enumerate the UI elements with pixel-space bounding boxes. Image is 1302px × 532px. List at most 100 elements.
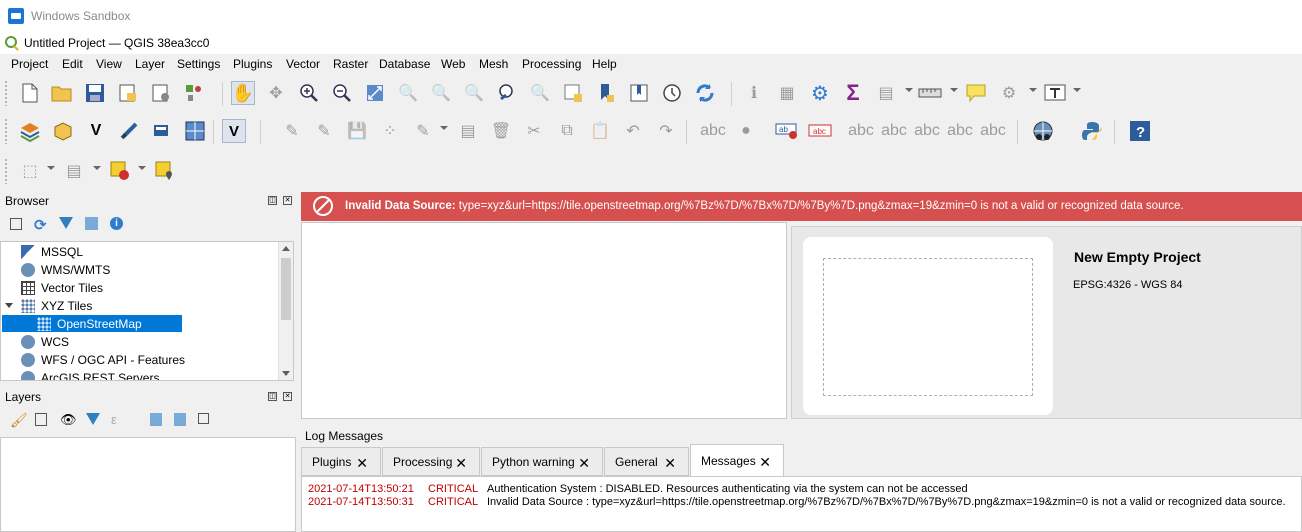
close-panel-icon[interactable]: ✕ <box>283 392 292 401</box>
zoom-full-icon[interactable] <box>363 81 387 105</box>
menu-layer[interactable]: Layer <box>135 57 165 71</box>
scroll-down-icon[interactable] <box>282 371 290 376</box>
select-features-icon[interactable]: ⬚ <box>18 159 42 183</box>
tab-general[interactable]: General ✕ <box>604 447 689 476</box>
list-item[interactable]: WMS/WMTS <box>21 261 110 278</box>
menu-plugins[interactable]: Plugins <box>233 57 272 71</box>
text-annotation-icon[interactable] <box>1043 81 1067 105</box>
add-feature-icon[interactable]: ⁘ <box>378 119 402 143</box>
layer-diagram-icon[interactable]: ● <box>734 119 758 143</box>
list-item[interactable]: WCS <box>21 333 69 350</box>
temporal-controller-icon[interactable] <box>660 81 684 105</box>
pan-map-icon[interactable]: ✋ <box>231 81 255 105</box>
python-console-icon[interactable] <box>1080 119 1104 143</box>
tab-processing[interactable]: Processing ✕ <box>382 447 480 476</box>
close-icon[interactable]: ✕ <box>664 455 676 472</box>
zoom-out-icon[interactable] <box>330 81 354 105</box>
label-toolbar-icon[interactable]: abc <box>700 119 726 143</box>
zoom-next-icon[interactable]: 🔍 <box>528 81 552 105</box>
close-panel-icon[interactable]: ✕ <box>283 196 292 205</box>
collapse-all-icon[interactable] <box>174 413 186 426</box>
scroll-thumb[interactable] <box>281 258 291 320</box>
menu-vector[interactable]: Vector <box>286 57 320 71</box>
show-unplaced-labels-icon[interactable]: abc <box>808 119 832 143</box>
close-icon[interactable]: ✕ <box>356 455 368 472</box>
new-temporary-layer-icon[interactable] <box>183 119 207 143</box>
deselect-features-icon[interactable] <box>108 159 132 183</box>
statistics-icon[interactable]: Σ <box>841 80 865 105</box>
close-icon[interactable]: ✕ <box>759 454 771 471</box>
add-group-icon[interactable] <box>35 413 47 426</box>
collapse-all-icon[interactable] <box>85 217 98 230</box>
menu-raster[interactable]: Raster <box>333 57 368 71</box>
refresh-icon[interactable]: ⟳ <box>34 216 47 234</box>
close-icon[interactable]: ✕ <box>455 455 467 472</box>
float-panel-icon[interactable]: ◫ <box>268 196 277 205</box>
list-item[interactable]: MSSQL <box>21 243 83 260</box>
chevron-down-icon[interactable] <box>5 303 13 308</box>
menu-settings[interactable]: Settings <box>177 57 220 71</box>
current-edits-icon[interactable]: ✎ <box>312 119 336 143</box>
refresh-icon[interactable] <box>693 81 717 105</box>
menu-project[interactable]: Project <box>11 57 48 71</box>
new-empty-project-title[interactable]: New Empty Project <box>1074 249 1201 265</box>
menu-view[interactable]: View <box>96 57 122 71</box>
toolbar-handle[interactable] <box>4 158 8 184</box>
menu-processing[interactable]: Processing <box>522 57 581 71</box>
vertex-tool-icon[interactable]: ✎ <box>411 119 435 143</box>
toolbar-handle[interactable] <box>4 118 8 144</box>
select-by-location-icon[interactable] <box>153 159 177 183</box>
filter-icon[interactable] <box>59 217 73 229</box>
select-by-value-icon[interactable]: ▤ <box>62 159 86 183</box>
list-item[interactable]: XYZ Tiles <box>5 297 92 314</box>
menu-database[interactable]: Database <box>379 57 430 71</box>
close-icon[interactable]: ✕ <box>578 455 590 472</box>
identify-features-icon[interactable]: ℹ <box>742 81 766 105</box>
list-item[interactable]: WFS / OGC API - Features <box>21 351 185 368</box>
undo-icon[interactable]: ↶ <box>621 119 645 143</box>
style-manager-icon[interactable] <box>182 81 206 105</box>
filter-expression-icon[interactable]: ε <box>111 412 117 427</box>
rotate-label-icon[interactable]: abc <box>947 119 973 143</box>
data-source-manager-icon[interactable] <box>18 119 42 143</box>
zoom-last-icon[interactable] <box>495 81 519 105</box>
filter-icon[interactable] <box>86 413 100 425</box>
copy-features-icon[interactable]: ⧉ <box>555 119 579 143</box>
menu-edit[interactable]: Edit <box>62 57 83 71</box>
save-edits-icon[interactable]: 💾 <box>345 119 369 143</box>
print-layout-icon[interactable] <box>116 81 140 105</box>
menu-mesh[interactable]: Mesh <box>479 57 508 71</box>
change-label-icon[interactable]: abc <box>980 119 1006 143</box>
layout-manager-icon[interactable] <box>149 81 173 105</box>
style-icon[interactable]: 🖌 <box>10 412 28 429</box>
select-by-location-icon[interactable]: ⚙ <box>997 81 1021 105</box>
redo-icon[interactable]: ↷ <box>654 119 678 143</box>
open-project-icon[interactable] <box>50 81 74 105</box>
add-selected-layers-icon[interactable] <box>10 218 22 230</box>
info-icon[interactable]: i <box>110 217 123 230</box>
new-project-icon[interactable] <box>18 81 42 105</box>
tab-plugins[interactable]: Plugins ✕ <box>301 447 381 476</box>
toggle-editing-icon[interactable]: ✎ <box>280 119 304 143</box>
browser-scrollbar[interactable] <box>278 242 293 380</box>
list-item[interactable]: Vector Tiles <box>21 279 103 296</box>
zoom-native-icon[interactable]: 🔍 <box>462 81 486 105</box>
cut-features-icon[interactable]: ✂ <box>522 119 546 143</box>
list-item[interactable]: ArcGIS REST Servers <box>21 369 159 380</box>
map-canvas[interactable] <box>301 222 787 419</box>
open-attribute-table-icon[interactable]: ▦ <box>775 81 799 105</box>
delete-selected-icon[interactable]: 🗑 <box>489 119 513 143</box>
project-thumbnail[interactable] <box>803 237 1053 415</box>
pan-to-selection-icon[interactable]: ✥ <box>264 81 288 105</box>
highlight-labels-icon[interactable]: ab <box>775 119 799 143</box>
zoom-to-layer-icon[interactable]: 🔍 <box>429 81 453 105</box>
scroll-up-icon[interactable] <box>282 246 290 251</box>
expand-all-icon[interactable] <box>150 413 162 426</box>
show-bookmarks-icon[interactable] <box>627 81 651 105</box>
new-geopackage-layer-icon[interactable] <box>51 119 75 143</box>
digitize-icon[interactable]: V <box>222 119 246 143</box>
save-project-icon[interactable] <box>83 81 107 105</box>
zoom-in-icon[interactable] <box>297 81 321 105</box>
toolbar-handle[interactable] <box>4 80 8 106</box>
remove-layer-icon[interactable] <box>198 413 209 424</box>
